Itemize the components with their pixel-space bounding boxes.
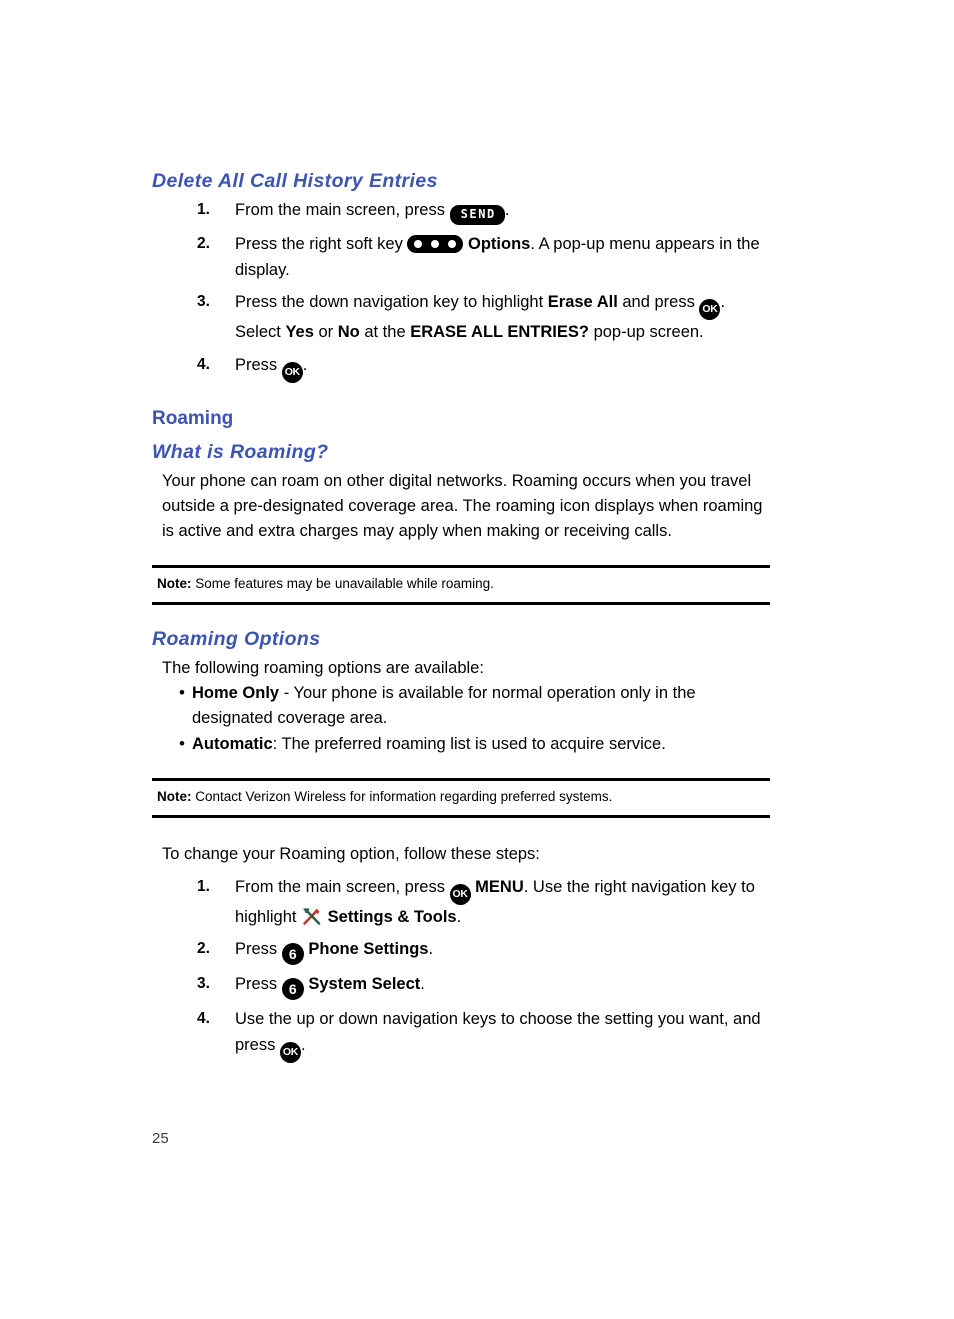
soft-key-icon (407, 235, 464, 254)
ok-key-icon: OK (281, 361, 303, 383)
heading-what-is-roaming: What is Roaming? (152, 440, 329, 463)
ok-key-icon: OK (449, 883, 471, 905)
note-box-verizon-contact: Note: Contact Verizon Wireless for infor… (152, 778, 770, 818)
manual-page: Delete All Call History Entries 1. From t… (0, 0, 954, 1319)
step-item: 4. Press OK. (152, 353, 772, 383)
step-item: 3. Press 6 System Select. (152, 972, 772, 1001)
heading-roaming-options: Roaming Options (152, 627, 321, 650)
step-number: 1. (197, 877, 210, 895)
page-number: 25 (152, 1130, 169, 1147)
step-text: Press OK. (235, 356, 307, 383)
emphasis-text: No (337, 323, 360, 342)
emphasis-text: Settings & Tools (327, 907, 457, 926)
settings-tools-icon (301, 906, 323, 926)
step-text: From the main screen, press SEND. (235, 201, 509, 226)
emphasis-text: ERASE ALL ENTRIES? (410, 323, 589, 342)
note-2-text: Note: Contact Verizon Wireless for infor… (152, 788, 770, 806)
step-item: 2. Press 6 Phone Settings. (152, 937, 772, 966)
roaming-options-intro: The following roaming options are availa… (162, 659, 484, 677)
roaming-options-bullets: • Home Only - Your phone is available for… (152, 681, 772, 756)
note-1-label: Note: (157, 576, 192, 592)
step-number: 2. (197, 940, 210, 958)
emphasis-text: Erase All (547, 293, 618, 312)
emphasis-text: Options (468, 235, 531, 254)
step-number: 3. (197, 293, 210, 311)
delete-all-steps-list: 1. From the main screen, press SEND. 2. Pre… (152, 198, 772, 383)
emphasis-text: Yes (285, 323, 314, 342)
step-text: Press the right soft key Options. A pop-… (235, 235, 760, 279)
note-2-label: Note: (157, 789, 192, 805)
step-number: 4. (197, 1010, 210, 1028)
what-is-roaming-body: Your phone can roam on other digital net… (162, 472, 763, 541)
step-text: From the main screen, press OK MENU. Use… (235, 877, 755, 926)
heading-delete-all-call-history: Delete All Call History Entries (152, 170, 438, 192)
change-roaming-steps-list: 1. From the main screen, press OK MENU. U… (152, 875, 772, 1063)
step-item: 3. Press the down navigation key to highl… (152, 290, 772, 346)
emphasis-text: MENU (475, 877, 524, 896)
bullet-marker: • (179, 733, 185, 753)
note-2-body: Contact Verizon Wireless for information… (191, 789, 613, 805)
step-number: 3. (197, 975, 210, 993)
bullet-text: Automatic: The preferred roaming list is… (192, 734, 666, 753)
emphasis-text: Automatic (192, 734, 273, 753)
step-text: Use the up or down navigation keys to ch… (235, 1010, 761, 1063)
step-number: 2. (197, 235, 210, 253)
send-key-icon: SEND (449, 205, 505, 226)
digit-key-6-icon: 6 (281, 978, 304, 1001)
step-item: 1. From the main screen, press SEND. (152, 198, 772, 226)
bullet-item: • Home Only - Your phone is available for… (152, 681, 772, 731)
change-roaming-intro: To change your Roaming option, follow th… (162, 844, 540, 863)
step-item: 4. Use the up or down navigation keys to … (152, 1007, 772, 1063)
digit-key-6-icon: 6 (281, 943, 304, 966)
step-text: Press 6 Phone Settings. (235, 940, 433, 966)
ok-key-icon: OK (279, 1041, 301, 1063)
step-text: Press the down navigation key to highlig… (235, 293, 726, 342)
heading-roaming: Roaming (152, 407, 234, 429)
emphasis-text: Phone Settings (308, 940, 429, 959)
emphasis-text: System Select (308, 975, 421, 994)
step-number: 4. (197, 355, 210, 373)
step-number: 1. (197, 201, 210, 219)
note-1-body: Some features may be unavailable while r… (191, 576, 494, 592)
emphasis-text: Home Only (192, 684, 280, 703)
step-text: Press 6 System Select. (235, 975, 425, 1001)
step-item: 1. From the main screen, press OK MENU. U… (152, 875, 772, 931)
note-1-text: Note: Some features may be unavailable w… (152, 575, 770, 593)
note-box-roaming-features: Note: Some features may be unavailable w… (152, 565, 770, 605)
bullet-marker: • (179, 683, 185, 703)
page-content: Delete All Call History Entries 1. From t… (152, 170, 772, 1070)
bullet-text: Home Only - Your phone is available for … (192, 684, 696, 727)
bullet-item: • Automatic: The preferred roaming list i… (152, 732, 772, 757)
step-item: 2. Press the right soft key Options. A po… (152, 232, 772, 283)
ok-key-icon: OK (699, 299, 721, 321)
